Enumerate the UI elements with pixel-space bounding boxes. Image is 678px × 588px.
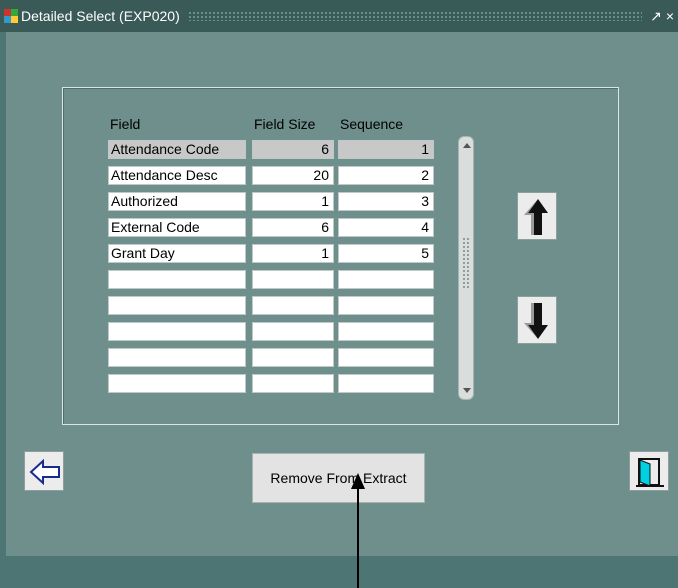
title-bar: Detailed Select (EXP020) ↗ × [0, 0, 678, 32]
field-size-cell[interactable] [252, 296, 334, 315]
field-name-cell[interactable]: Authorized [108, 192, 246, 211]
field-size-cell[interactable]: 6 [252, 218, 334, 237]
close-icon[interactable]: × [666, 8, 674, 24]
window-content: Field Field Size Sequence Attendance Cod… [6, 32, 678, 588]
sequence-cell[interactable] [338, 322, 434, 341]
column-header-field-size: Field Size [254, 116, 316, 132]
move-down-button[interactable] [517, 296, 557, 344]
field-size-cell[interactable]: 1 [252, 244, 334, 263]
field-name-cell[interactable]: Attendance Desc [108, 166, 246, 185]
sequence-cell[interactable] [338, 374, 434, 393]
column-header-sequence: Sequence [340, 116, 404, 132]
field-name-cell[interactable]: Grant Day [108, 244, 246, 263]
restore-icon[interactable]: ↗ [650, 8, 662, 25]
back-button[interactable] [24, 451, 64, 491]
field-name-cell[interactable] [108, 296, 246, 315]
table-scrollbar[interactable] [458, 136, 474, 400]
window-title: Detailed Select (EXP020) [21, 8, 180, 24]
sequence-cell[interactable] [338, 296, 434, 315]
sequence-cell[interactable]: 2 [338, 166, 434, 185]
scroll-down-icon[interactable] [463, 388, 471, 393]
pointer-arrow-icon [351, 473, 365, 588]
field-name-cell[interactable] [108, 348, 246, 367]
app-icon [4, 9, 18, 23]
column-header-field: Field [110, 116, 141, 132]
sequence-cell[interactable]: 3 [338, 192, 434, 211]
field-name-cell[interactable]: External Code [108, 218, 246, 237]
exit-button[interactable] [629, 451, 669, 491]
up-arrow-icon [524, 199, 548, 235]
sequence-cell[interactable]: 4 [338, 218, 434, 237]
down-arrow-icon [524, 303, 548, 339]
sequence-cell[interactable]: 5 [338, 244, 434, 263]
field-size-cell[interactable] [252, 374, 334, 393]
scroll-up-icon[interactable] [463, 143, 471, 148]
remove-from-extract-button[interactable]: Remove From Extract [252, 453, 425, 503]
field-size-cell[interactable]: 20 [252, 166, 334, 185]
move-up-button[interactable] [517, 192, 557, 240]
sequence-cell[interactable]: 1 [338, 140, 434, 159]
field-size-cell[interactable]: 6 [252, 140, 334, 159]
field-size-cell[interactable] [252, 348, 334, 367]
scroll-thumb[interactable] [462, 237, 470, 289]
sequence-cell[interactable] [338, 348, 434, 367]
exit-door-icon [636, 458, 664, 487]
left-arrow-icon [29, 458, 60, 486]
field-size-cell[interactable] [252, 322, 334, 341]
field-name-cell[interactable]: Attendance Code [108, 140, 246, 159]
field-size-cell[interactable]: 1 [252, 192, 334, 211]
field-name-cell[interactable] [108, 270, 246, 289]
field-name-cell[interactable] [108, 322, 246, 341]
field-name-cell[interactable] [108, 374, 246, 393]
title-bar-grip [187, 11, 643, 21]
field-size-cell[interactable] [252, 270, 334, 289]
sequence-cell[interactable] [338, 270, 434, 289]
